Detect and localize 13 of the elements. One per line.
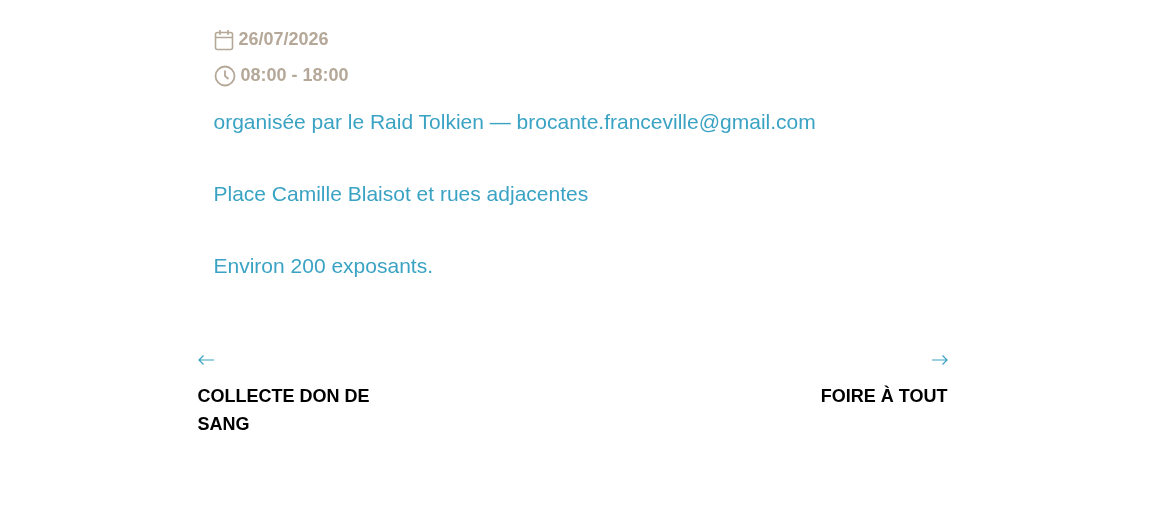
description-text: Place Camille Blaisot et rues adjacentes [213,181,590,207]
post-title: FOIRE À TOUT [820,384,948,408]
event-date: 26/07/2026 [238,29,329,50]
description-text: organisée par le Raid Tolkien — brocante.franceville@gmail.com [213,109,817,135]
clock-icon [213,64,236,87]
description-text: Environ 200 exposants. [213,253,434,279]
left-arrow-icon [197,355,214,365]
calendar-icon [213,28,234,51]
next-post-link[interactable]: FOIRE À TOUT [747,355,948,438]
event-time: 08:00 - 18:00 [240,65,349,86]
post-title: COLLECTE DON DE SANG [197,385,371,436]
right-arrow-icon [931,355,948,365]
previous-post-link[interactable]: COLLECTE DON DE SANG [197,355,398,438]
